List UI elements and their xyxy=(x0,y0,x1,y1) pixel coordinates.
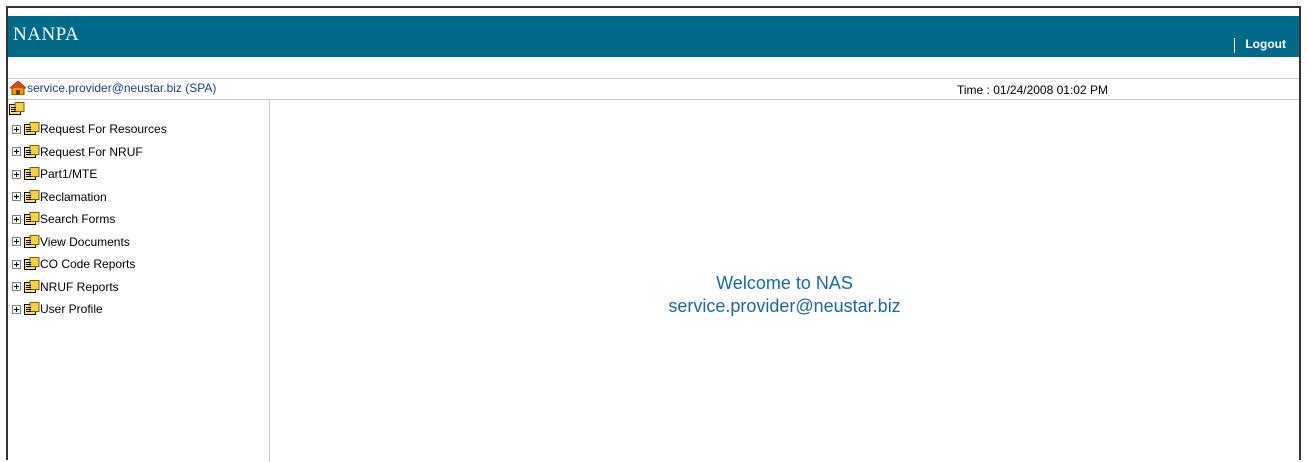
tree-item-label: User Profile xyxy=(40,302,103,317)
tree-item-request-for-nruf[interactable]: Request For NRUF xyxy=(12,141,167,164)
nav-tree: Request For Resources Request For NRUF P… xyxy=(12,118,167,321)
tree-item-label: CO Code Reports xyxy=(40,257,136,272)
tree-item-label: Request For NRUF xyxy=(40,144,143,159)
folder-icon xyxy=(24,257,40,271)
home-icon[interactable] xyxy=(10,81,26,95)
tree-item-label: Request For Resources xyxy=(40,122,167,137)
tree-item-nruf-reports[interactable]: NRUF Reports xyxy=(12,276,167,299)
expand-icon[interactable] xyxy=(12,214,21,224)
tree-item-co-code-reports[interactable]: CO Code Reports xyxy=(12,253,167,276)
root-folder-icon[interactable] xyxy=(9,102,25,116)
tree-item-label: Part1/MTE xyxy=(40,167,98,182)
user-info: service.provider@neustar.biz (SPA) xyxy=(10,81,216,95)
tree-item-request-for-resources[interactable]: Request For Resources xyxy=(12,118,167,141)
welcome-title: Welcome to NAS xyxy=(716,273,853,293)
user-identity: service.provider@neustar.biz (SPA) xyxy=(27,81,217,95)
expand-icon[interactable] xyxy=(12,147,21,157)
current-time: Time : 01/24/2008 01:02 PM xyxy=(957,83,1108,97)
app-frame: NANPA Logout service.provider@neustar.bi… xyxy=(6,6,1301,462)
expand-icon[interactable] xyxy=(12,192,21,202)
expand-icon[interactable] xyxy=(12,237,21,247)
tree-item-user-profile[interactable]: User Profile xyxy=(12,298,167,321)
folder-icon xyxy=(24,234,40,248)
tree-item-label: NRUF Reports xyxy=(40,279,119,294)
brand-logo: NANPA xyxy=(13,24,80,45)
tree-item-part1-mte[interactable]: Part1/MTE xyxy=(12,163,167,186)
tree-item-label: Reclamation xyxy=(40,189,107,204)
tree-item-label: View Documents xyxy=(40,234,130,249)
header-banner: NANPA Logout xyxy=(8,16,1299,57)
expand-icon[interactable] xyxy=(12,169,21,179)
folder-icon xyxy=(24,122,40,136)
tree-item-view-documents[interactable]: View Documents xyxy=(12,231,167,254)
nav-sidebar: Request For Resources Request For NRUF P… xyxy=(8,100,270,462)
welcome-message: Welcome to NAS service.provider@neustar.… xyxy=(270,272,1299,318)
folder-icon xyxy=(24,212,40,226)
folder-icon xyxy=(24,189,40,203)
logout-separator xyxy=(1234,38,1235,53)
expand-icon[interactable] xyxy=(12,259,21,269)
expand-icon[interactable] xyxy=(12,282,21,292)
folder-icon xyxy=(24,144,40,158)
expand-icon[interactable] xyxy=(12,124,21,134)
logout-link[interactable]: Logout xyxy=(1245,37,1286,51)
folder-icon xyxy=(24,302,40,316)
expand-icon[interactable] xyxy=(12,304,21,314)
tree-item-search-forms[interactable]: Search Forms xyxy=(12,208,167,231)
folder-icon xyxy=(24,167,40,181)
folder-icon xyxy=(24,279,40,293)
tree-item-label: Search Forms xyxy=(40,212,116,227)
info-bar: service.provider@neustar.biz (SPA) Time … xyxy=(8,78,1299,100)
main-content: Welcome to NAS service.provider@neustar.… xyxy=(270,100,1299,462)
tree-item-reclamation[interactable]: Reclamation xyxy=(12,186,167,209)
welcome-user: service.provider@neustar.biz xyxy=(668,296,901,316)
